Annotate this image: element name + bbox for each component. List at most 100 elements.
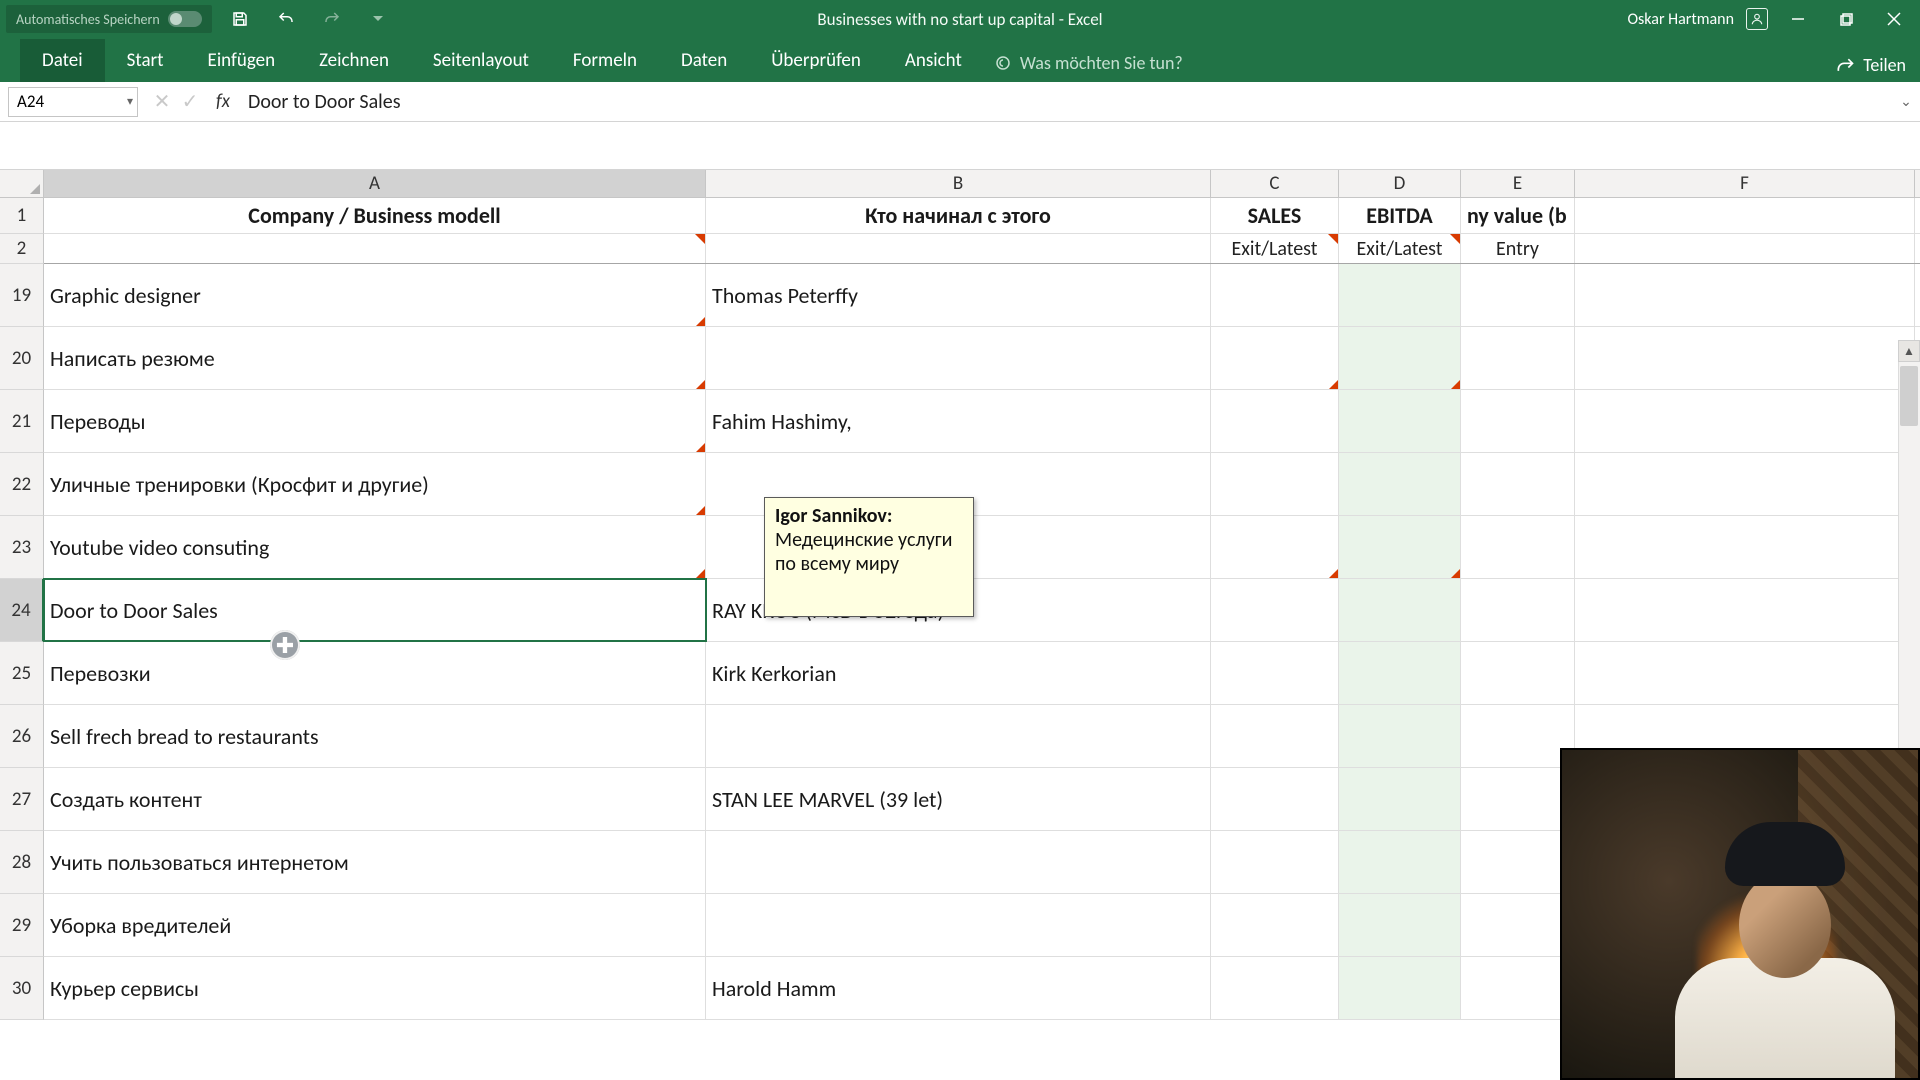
cancel-formula-icon[interactable]: ✕ [148, 89, 176, 114]
cell[interactable] [1211, 453, 1339, 515]
cell[interactable]: Graphic designer [44, 264, 706, 326]
cell[interactable] [706, 327, 1211, 389]
cell[interactable] [1339, 831, 1461, 893]
cell[interactable] [1461, 642, 1575, 704]
col-header-B[interactable]: B [706, 170, 1211, 197]
cell[interactable] [1339, 264, 1461, 326]
cell[interactable]: Fahim Hashimy, [706, 390, 1211, 452]
row-header-1[interactable]: 1 [0, 198, 44, 234]
cell[interactable]: Создать контент [44, 768, 706, 830]
cell[interactable] [1211, 768, 1339, 830]
tell-me-search[interactable]: Was möchten Sie tun? [984, 44, 1193, 82]
cell[interactable] [706, 894, 1211, 956]
enter-formula-icon[interactable]: ✓ [176, 89, 204, 114]
redo-icon[interactable] [322, 9, 342, 29]
share-button[interactable]: Teilen [1835, 54, 1906, 76]
cell[interactable] [1575, 642, 1915, 704]
cell[interactable] [1461, 894, 1575, 956]
tab-formulas[interactable]: Formeln [551, 39, 659, 82]
cell[interactable] [1211, 579, 1339, 641]
cell[interactable] [1575, 579, 1915, 641]
cell[interactable] [1575, 327, 1915, 389]
row-header-29[interactable]: 29 [0, 894, 44, 957]
cell[interactable] [1339, 453, 1461, 515]
row-header-19[interactable]: 19 [0, 264, 44, 327]
cell[interactable]: Уборка вредителей [44, 894, 706, 956]
cell[interactable] [1339, 579, 1461, 641]
cell[interactable] [706, 234, 1211, 263]
tab-insert[interactable]: Einfügen [186, 39, 298, 82]
header-who-started[interactable]: Кто начинал с этого [706, 198, 1211, 233]
cell[interactable] [1461, 516, 1575, 578]
cell[interactable]: Youtube video consuting [44, 516, 706, 578]
cell[interactable] [1461, 264, 1575, 326]
cell[interactable] [1211, 327, 1339, 389]
formula-input[interactable]: Door to Door Sales [242, 90, 1892, 114]
save-icon[interactable] [230, 9, 250, 29]
header-company-value[interactable]: ny value (b [1461, 198, 1575, 233]
cell[interactable] [1461, 705, 1575, 767]
row-header-30[interactable]: 30 [0, 957, 44, 1020]
cell[interactable] [706, 831, 1211, 893]
subheader-entry[interactable]: Entry [1461, 234, 1575, 263]
formula-expand-icon[interactable]: ⌄ [1892, 93, 1920, 110]
minimize-button[interactable] [1780, 0, 1816, 38]
cell[interactable]: Door to Door Sales [44, 579, 706, 641]
row-header-26[interactable]: 26 [0, 705, 44, 768]
tab-view[interactable]: Ansicht [883, 39, 984, 82]
row-header-2[interactable]: 2 [0, 234, 44, 264]
cell[interactable] [1211, 264, 1339, 326]
fx-icon[interactable]: fx [204, 90, 242, 113]
cell[interactable] [1575, 198, 1915, 233]
cell[interactable] [1575, 234, 1915, 263]
cell[interactable] [1461, 957, 1575, 1019]
cell[interactable] [1339, 516, 1461, 578]
cell[interactable] [1339, 642, 1461, 704]
subheader-ebitda[interactable]: Exit/Latest [1339, 234, 1461, 263]
scroll-thumb[interactable] [1900, 366, 1918, 426]
col-header-D[interactable]: D [1339, 170, 1461, 197]
row-header-21[interactable]: 21 [0, 390, 44, 453]
cell[interactable] [1575, 390, 1915, 452]
select-all-corner[interactable] [0, 170, 44, 198]
cell[interactable] [1339, 327, 1461, 389]
header-sales[interactable]: SALES [1211, 198, 1339, 233]
qat-customize-icon[interactable] [368, 9, 388, 29]
tab-page-layout[interactable]: Seitenlayout [411, 39, 551, 82]
cell[interactable] [1461, 453, 1575, 515]
cell[interactable] [1211, 642, 1339, 704]
cell[interactable] [1339, 768, 1461, 830]
cell[interactable] [1461, 327, 1575, 389]
name-box-dropdown-icon[interactable]: ▾ [127, 94, 133, 109]
cell[interactable]: Sell frech bread to restaurants [44, 705, 706, 767]
row-header-25[interactable]: 25 [0, 642, 44, 705]
cell[interactable]: Переводы [44, 390, 706, 452]
maximize-button[interactable] [1828, 0, 1864, 38]
cell[interactable]: Написать резюме [44, 327, 706, 389]
row-header-24[interactable]: 24 [0, 579, 44, 642]
row-header-20[interactable]: 20 [0, 327, 44, 390]
cell[interactable] [1575, 453, 1915, 515]
cell[interactable] [1461, 831, 1575, 893]
name-box[interactable]: A24 ▾ [8, 87, 138, 117]
cell[interactable] [1211, 894, 1339, 956]
row-header-27[interactable]: 27 [0, 768, 44, 831]
col-header-C[interactable]: C [1211, 170, 1339, 197]
cell[interactable] [44, 234, 706, 263]
row-header-23[interactable]: 23 [0, 516, 44, 579]
col-header-A[interactable]: A [44, 170, 706, 197]
subheader-sales[interactable]: Exit/Latest [1211, 234, 1339, 263]
scroll-up-icon[interactable]: ▲ [1898, 340, 1920, 362]
cell[interactable] [1339, 894, 1461, 956]
user-avatar-icon[interactable] [1746, 8, 1768, 30]
cell[interactable] [1461, 579, 1575, 641]
tab-review[interactable]: Überprüfen [749, 39, 883, 82]
cell[interactable]: Уличные тренировки (Кросфит и другие) [44, 453, 706, 515]
cell[interactable] [1339, 705, 1461, 767]
cell[interactable] [706, 705, 1211, 767]
cell[interactable] [1211, 516, 1339, 578]
cell[interactable]: Курьер сервисы [44, 957, 706, 1019]
row-header-22[interactable]: 22 [0, 453, 44, 516]
cell[interactable] [1461, 390, 1575, 452]
autosave-toggle[interactable]: Automatisches Speichern [6, 5, 212, 33]
